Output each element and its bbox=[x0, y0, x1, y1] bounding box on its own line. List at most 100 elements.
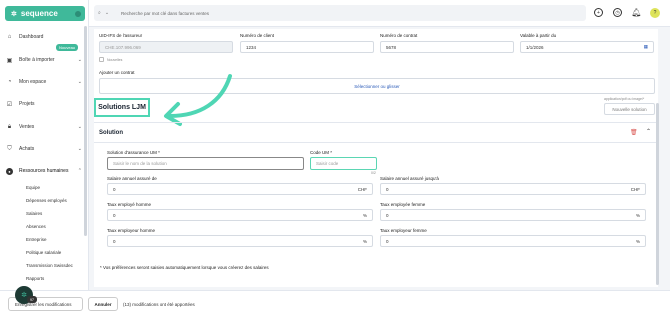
add-contract-label: Ajouter un contrat bbox=[99, 70, 135, 75]
rate-employer-male-value: 0 bbox=[113, 238, 116, 244]
solutions-title: Solutions LJM bbox=[94, 98, 150, 117]
search-icon: ⌕ bbox=[98, 10, 101, 16]
salary-max-input[interactable]: 0 CHF bbox=[380, 183, 646, 195]
changes-count-text: (13) modifications ont été apportées bbox=[123, 302, 195, 307]
percent-suffix: % bbox=[362, 238, 367, 244]
sidebar-subitem[interactable]: Dépenses employés bbox=[26, 198, 67, 203]
new-solution-button[interactable]: Nouvelle solution bbox=[604, 103, 655, 115]
code-um-label: Code UM * bbox=[310, 150, 333, 155]
code-counter: 0/2 bbox=[371, 171, 376, 175]
sidebar-subitem[interactable]: Absences bbox=[26, 224, 46, 229]
uid-input: CHE.107.996.069 bbox=[99, 41, 233, 53]
trash-icon[interactable]: 🗑︎ bbox=[630, 129, 638, 136]
pointer-arrow-icon bbox=[164, 74, 232, 126]
cart-icon: ⛉ bbox=[7, 145, 12, 152]
dashboard-icon: ⌂ bbox=[7, 34, 12, 40]
preferences-note: * Vos préférences seront saisies automat… bbox=[100, 265, 269, 270]
rate-employee-male-value: 0 bbox=[113, 212, 116, 218]
valid-from-input[interactable]: 1/1/2026 ▦ bbox=[520, 41, 654, 53]
sidebar-subitem[interactable]: Equipe bbox=[26, 185, 40, 190]
bell-icon[interactable]: 🔔︎ bbox=[631, 8, 641, 17]
sidebar-item-label: Mon espace bbox=[19, 79, 47, 85]
sidebar-item-inbox[interactable]: ▣ Boîte à importer ⌄ bbox=[6, 54, 82, 66]
sidebar-subitem[interactable]: Rapports bbox=[26, 276, 44, 281]
salary-min-label: Salaire annuel assuré de bbox=[107, 176, 157, 181]
uid-hint: Nouvelles bbox=[107, 58, 123, 62]
contract-number-label: Numéro de contrat bbox=[380, 33, 418, 38]
sidebar-item-purchases[interactable]: ⛉ Achats ⌄ bbox=[6, 143, 82, 155]
rate-employer-female-input[interactable]: 0 % bbox=[380, 235, 646, 247]
sidebar-subitem[interactable]: Transmission Swissdec bbox=[26, 263, 73, 268]
rate-employee-male-input[interactable]: 0 % bbox=[107, 209, 373, 221]
chevron-down-icon: ⌄ bbox=[77, 79, 82, 85]
percent-suffix: % bbox=[635, 212, 640, 218]
lock-icon: 🔒︎ bbox=[7, 123, 12, 130]
salary-min-input[interactable]: 0 CHF bbox=[107, 183, 373, 195]
main-scrollbar[interactable] bbox=[656, 103, 659, 285]
solution-section-header[interactable]: Solution bbox=[94, 122, 656, 143]
uid-label: UID-IFS de l'assureur bbox=[99, 33, 143, 38]
top-bar: ⌕ ⌄ Recherche par mot clé dans factures … bbox=[89, 0, 670, 27]
help-icon[interactable]: ? bbox=[650, 8, 660, 18]
chevron-up-icon[interactable]: ⌃ bbox=[646, 128, 651, 135]
sidebar-scrollbar[interactable] bbox=[84, 26, 87, 236]
rate-employer-female-value: 0 bbox=[386, 238, 389, 244]
sidebar-item-label: Dashboard bbox=[19, 34, 44, 40]
logo-dot-icon bbox=[75, 10, 81, 17]
rate-employee-female-label: Taux employée femme bbox=[380, 202, 426, 207]
rate-employee-male-label: Taux employé homme bbox=[107, 202, 152, 207]
sidebar-subitem[interactable]: Salaires bbox=[26, 211, 42, 216]
app-name: sequence bbox=[20, 9, 58, 18]
rate-employer-female-label: Taux employeur femme bbox=[380, 228, 427, 233]
rate-employer-male-input[interactable]: 0 % bbox=[107, 235, 373, 247]
file-type-hint: application/pdf ou image/* bbox=[604, 97, 645, 101]
sidebar-item-my-space[interactable]: ◔ Mon espace ⌄ bbox=[6, 76, 82, 88]
sidebar-item-projects[interactable]: ☑ Projets bbox=[6, 98, 82, 110]
client-number-label: Numéro de client bbox=[240, 33, 275, 38]
currency-suffix: CHF bbox=[630, 186, 640, 192]
user-icon: ◔ bbox=[7, 79, 12, 85]
sidebar-item-label: Projets bbox=[19, 101, 35, 107]
solution-name-input[interactable]: Saisir le nom de la solution bbox=[107, 157, 304, 170]
sidebar-subitem[interactable]: Politique salariale bbox=[26, 250, 61, 255]
sidebar-item-label: Ventes bbox=[19, 124, 35, 130]
valid-from-label: Valable à partir du bbox=[520, 33, 557, 38]
calendar-icon[interactable]: ▦ bbox=[644, 44, 648, 50]
search-bar[interactable]: ⌕ ⌄ Recherche par mot clé dans factures … bbox=[94, 5, 586, 21]
sidebar-subitem[interactable]: Entreprise bbox=[26, 237, 47, 242]
app-logo[interactable]: ✲ sequence bbox=[5, 6, 85, 21]
salary-max-value: 0 bbox=[386, 186, 389, 192]
chevron-down-icon: ⌄ bbox=[77, 146, 82, 152]
salary-max-label: Salaire annuel assuré jusqu'à bbox=[380, 176, 439, 181]
rate-employee-female-input[interactable]: 0 % bbox=[380, 209, 646, 221]
solution-name-label: Solution d'assurance UM * bbox=[107, 150, 160, 155]
code-um-input[interactable]: Saisir code bbox=[310, 157, 377, 170]
search-input[interactable]: Recherche par mot clé dans factures vent… bbox=[121, 11, 209, 16]
logo-icon: ✲ bbox=[11, 10, 17, 18]
bottom-bar: Enregistrer les modifications Annuler (1… bbox=[0, 290, 670, 317]
chevron-down-icon: ⌄ bbox=[104, 10, 110, 16]
uid-checkbox[interactable] bbox=[99, 57, 104, 62]
rate-employee-female-value: 0 bbox=[386, 212, 389, 218]
sidebar-item-sales[interactable]: 🔒︎ Ventes ⌄ bbox=[6, 121, 82, 133]
sidebar-item-hr[interactable]: ● Ressources humaines ⌃ bbox=[6, 165, 82, 177]
contract-number-input[interactable]: 5678 bbox=[380, 41, 514, 53]
sidebar: ✲ sequence ⌂ Dashboard ▣ Boîte à importe… bbox=[0, 0, 89, 317]
add-icon[interactable]: + bbox=[594, 8, 603, 17]
chevron-down-icon: ⌄ bbox=[77, 57, 82, 63]
check-icon: ☑ bbox=[6, 101, 13, 108]
client-number-input[interactable]: 1234 bbox=[240, 41, 374, 53]
person-icon: ● bbox=[6, 167, 13, 175]
percent-suffix: % bbox=[362, 212, 367, 218]
chevron-down-icon: ⌄ bbox=[77, 124, 82, 130]
inbox-icon: ▣ bbox=[6, 57, 13, 64]
sidebar-item-dashboard[interactable]: ⌂ Dashboard bbox=[6, 31, 82, 43]
new-badge: Nouveau bbox=[56, 44, 79, 51]
salary-min-value: 0 bbox=[113, 186, 116, 192]
sidebar-item-label: Boîte à importer bbox=[19, 57, 55, 63]
valid-from-value: 1/1/2026 bbox=[526, 44, 544, 50]
cancel-button[interactable]: Annuler bbox=[88, 297, 118, 311]
solution-section-title: Solution bbox=[99, 129, 123, 136]
sidebar-item-label: Achats bbox=[19, 146, 35, 152]
clock-icon[interactable]: ◷ bbox=[613, 8, 622, 17]
